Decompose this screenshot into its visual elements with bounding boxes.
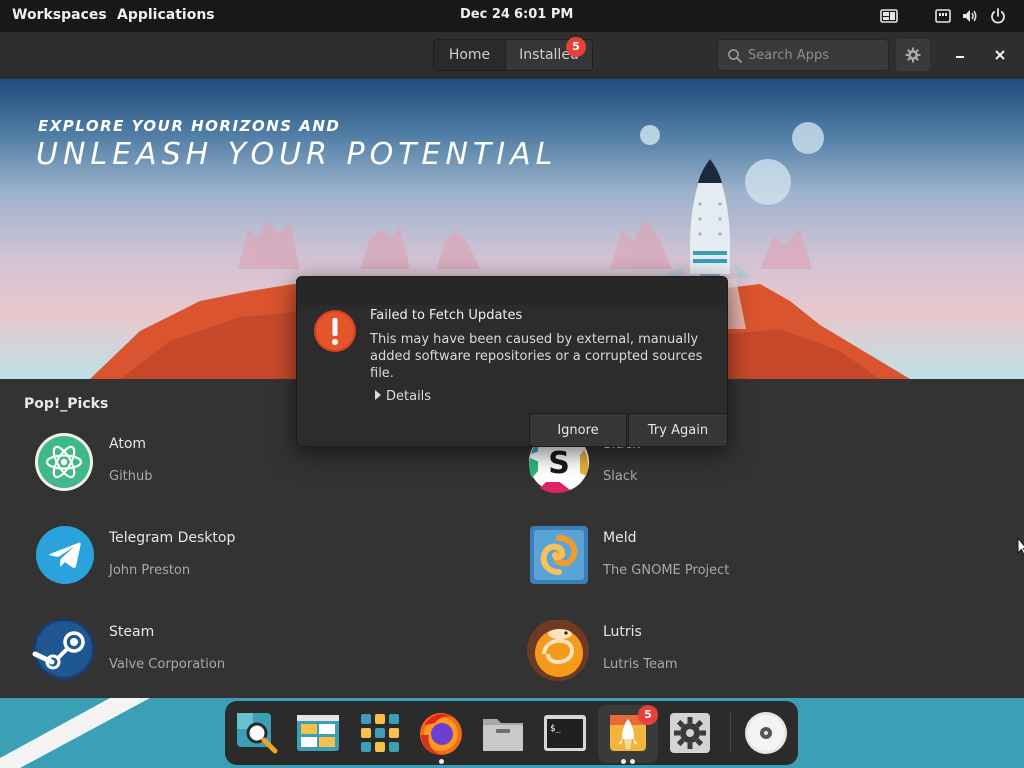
app-developer: Github [109, 469, 153, 484]
network-icon[interactable] [934, 7, 952, 25]
firefox-icon[interactable] [417, 709, 465, 757]
close-icon[interactable] [988, 44, 1012, 68]
window-tiling-icon[interactable] [880, 7, 898, 25]
optical-disc-icon[interactable] [742, 709, 790, 757]
shop-updates-badge: 5 [638, 705, 658, 725]
dialog-title: Failed to Fetch Updates [370, 308, 523, 323]
try-again-button[interactable]: Try Again [628, 413, 728, 447]
svg-text:S: S [548, 446, 570, 481]
app-developer: John Preston [109, 563, 191, 578]
details-expander[interactable]: Details [375, 389, 431, 404]
dock-separator [730, 713, 731, 753]
error-dialog: Failed to Fetch Updates This may have be… [296, 276, 728, 447]
settings-button[interactable] [896, 39, 930, 71]
svg-text:$_: $_ [550, 724, 561, 734]
error-icon [314, 310, 356, 352]
minimize-icon[interactable] [948, 44, 972, 68]
meld-icon [530, 526, 588, 584]
app-card-telegram[interactable]: Telegram Desktop John Preston [32, 526, 412, 606]
steam-icon [32, 620, 95, 680]
search-app-icon[interactable] [233, 709, 281, 757]
dock: $_ [225, 701, 798, 765]
picks-section-title: Pop!_Picks [24, 396, 109, 412]
telegram-icon [36, 526, 94, 584]
workspaces-button[interactable]: Workspaces [12, 7, 107, 23]
ignore-button[interactable]: Ignore [529, 413, 627, 447]
app-name: Meld [603, 530, 637, 546]
files-layout-icon[interactable] [294, 709, 342, 757]
app-name: Steam [109, 624, 155, 640]
app-developer: The GNOME Project [603, 563, 730, 578]
search-box[interactable] [717, 39, 889, 71]
banner-tagline: UNLEASH YOUR POTENTIAL [36, 137, 558, 172]
banner-headline: EXPLORE YOUR HORIZONS AND [38, 117, 341, 135]
mouse-cursor-icon [1017, 537, 1024, 556]
applications-button[interactable]: Applications [117, 7, 215, 23]
app-name: Atom [109, 436, 147, 452]
app-card-lutris[interactable]: Lutris Lutris Team [526, 620, 906, 700]
chevron-right-icon [375, 390, 381, 400]
power-icon[interactable] [989, 7, 1007, 25]
app-name: Lutris [603, 624, 642, 640]
app-developer: Valve Corporation [109, 657, 226, 672]
terminal-icon[interactable]: $_ [541, 709, 589, 757]
dialog-titlebar [297, 277, 727, 305]
tab-home[interactable]: Home [434, 40, 506, 70]
app-card-steam[interactable]: Steam Valve Corporation [32, 620, 412, 700]
dialog-message: This may have been caused by external, m… [370, 332, 703, 381]
lutris-icon [527, 620, 589, 681]
search-icon [728, 49, 742, 63]
gear-icon [905, 47, 921, 63]
app-card-meld[interactable]: Meld The GNOME Project [526, 526, 906, 606]
installed-updates-badge: 5 [566, 37, 586, 57]
top-panel: Workspaces Applications Dec 24 6:01 PM [0, 0, 1024, 32]
search-input[interactable] [748, 40, 884, 70]
running-indicator [630, 759, 635, 764]
details-label: Details [386, 389, 432, 404]
file-manager-icon[interactable] [479, 709, 527, 757]
app-developer: Slack [603, 469, 638, 484]
running-indicator [621, 759, 626, 764]
time-label[interactable]: 6:01 PM [514, 7, 573, 22]
app-name: Telegram Desktop [109, 530, 236, 546]
date-label[interactable]: Dec 24 [460, 7, 510, 22]
app-developer: Lutris Team [603, 657, 678, 672]
atom-icon [35, 433, 93, 491]
running-indicator [439, 759, 444, 764]
volume-icon[interactable] [961, 7, 979, 25]
app-grid-icon[interactable] [356, 709, 404, 757]
settings-app-icon[interactable] [666, 709, 714, 757]
